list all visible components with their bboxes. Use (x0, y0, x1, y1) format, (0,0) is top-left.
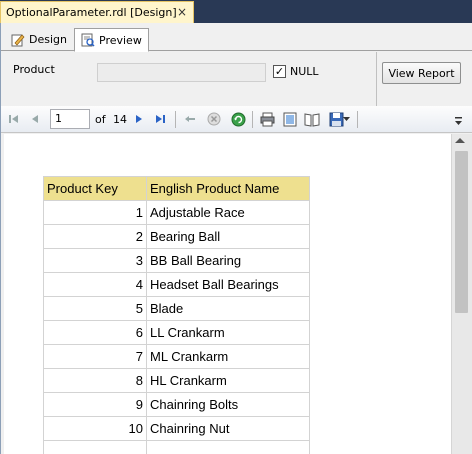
design-icon (11, 33, 25, 47)
product-name-cell: Chainring Nut (146, 416, 310, 441)
document-tab[interactable]: OptionalParameter.rdl [Design] × (0, 1, 194, 23)
scroll-up-arrow-icon[interactable] (455, 138, 465, 143)
document-tab-strip: OptionalParameter.rdl [Design] × (0, 0, 472, 23)
product-key-cell: 1 (43, 200, 147, 225)
view-tab-strip: Design Preview (1, 23, 472, 52)
product-key-cell: 10 (43, 416, 147, 441)
product-name-cell: Adjustable Race (146, 200, 310, 225)
table-row: 2 Bearing Ball (43, 224, 310, 249)
total-pages-label: 14 (113, 113, 127, 126)
document-tab-title: OptionalParameter.rdl [Design] (6, 6, 177, 19)
print-layout-icon[interactable] (282, 111, 298, 127)
print-icon[interactable] (259, 111, 275, 127)
column-header-product-key: Product Key (43, 176, 147, 201)
null-checkbox[interactable]: ✓ (273, 65, 286, 78)
product-key-cell: 8 (43, 368, 147, 393)
product-key-cell: 5 (43, 296, 147, 321)
table-row: 6 LL Crankarm (43, 320, 310, 345)
product-name-cell: Chainring Bolts (146, 392, 310, 417)
table-row: 4 Headset Ball Bearings (43, 272, 310, 297)
next-page-icon[interactable] (131, 111, 147, 127)
last-page-icon[interactable] (152, 111, 168, 127)
product-key-cell: 9 (43, 392, 147, 417)
view-report-button[interactable]: View Report (382, 62, 461, 84)
scrollbar-thumb[interactable] (455, 151, 468, 313)
product-name-cell: BB Ball Bearing (146, 248, 310, 273)
refresh-icon[interactable] (230, 111, 246, 127)
table-row: 3 BB Ball Bearing (43, 248, 310, 273)
product-name-cell: Headset Ball Bearings (146, 272, 310, 297)
stop-icon[interactable] (206, 111, 222, 127)
toolbar-separator (357, 111, 358, 128)
back-to-parent-icon[interactable] (182, 111, 198, 127)
chevron-down-icon[interactable] (342, 111, 350, 127)
report-canvas: Product Key English Product Name 1 Adjust… (4, 134, 451, 454)
product-name-cell: Blade (146, 296, 310, 321)
page-of-label: of (95, 113, 106, 126)
product-key-cell (43, 440, 147, 454)
tab-preview-label: Preview (99, 33, 142, 47)
product-name-cell: ML Crankarm (146, 344, 310, 369)
tab-design-label: Design (29, 33, 67, 46)
column-header-product-name: English Product Name (146, 176, 310, 201)
product-key-cell: 6 (43, 320, 147, 345)
null-checkbox-label: NULL (290, 65, 319, 78)
product-parameter-label: Product (13, 63, 55, 76)
tab-design[interactable]: Design (5, 28, 73, 51)
product-parameter-input[interactable] (97, 63, 266, 82)
page-setup-icon[interactable] (304, 111, 320, 127)
table-row: 1 Adjustable Race (43, 200, 310, 225)
close-icon[interactable]: × (177, 5, 187, 19)
current-page-input[interactable]: 1 (50, 109, 90, 129)
product-key-cell: 3 (43, 248, 147, 273)
product-name-cell (146, 440, 310, 454)
product-name-cell: HL Crankarm (146, 368, 310, 393)
vertical-scrollbar[interactable] (451, 134, 472, 454)
toolbar-overflow-icon[interactable] (455, 117, 462, 127)
first-page-icon[interactable] (6, 111, 22, 127)
table-row: 8 HL Crankarm (43, 368, 310, 393)
table-row: 7 ML Crankarm (43, 344, 310, 369)
table-row (43, 440, 310, 454)
tab-preview[interactable]: Preview (74, 28, 149, 52)
product-table: Product Key English Product Name 1 Adjust… (43, 176, 310, 454)
product-name-cell: Bearing Ball (146, 224, 310, 249)
product-key-cell: 2 (43, 224, 147, 249)
preview-icon (81, 33, 95, 47)
previous-page-icon[interactable] (27, 111, 43, 127)
table-header-row: Product Key English Product Name (43, 176, 310, 201)
toolbar-separator (252, 111, 253, 128)
toolbar-separator (175, 111, 176, 128)
product-key-cell: 7 (43, 344, 147, 369)
product-name-cell: LL Crankarm (146, 320, 310, 345)
report-viewer-toolbar: 1 of 14 (1, 106, 472, 133)
report-designer: Design Preview Product ✓ NULL View Repor… (0, 23, 472, 454)
table-row: 5 Blade (43, 296, 310, 321)
product-key-cell: 4 (43, 272, 147, 297)
table-row: 10 Chainring Nut (43, 416, 310, 441)
table-row: 9 Chainring Bolts (43, 392, 310, 417)
